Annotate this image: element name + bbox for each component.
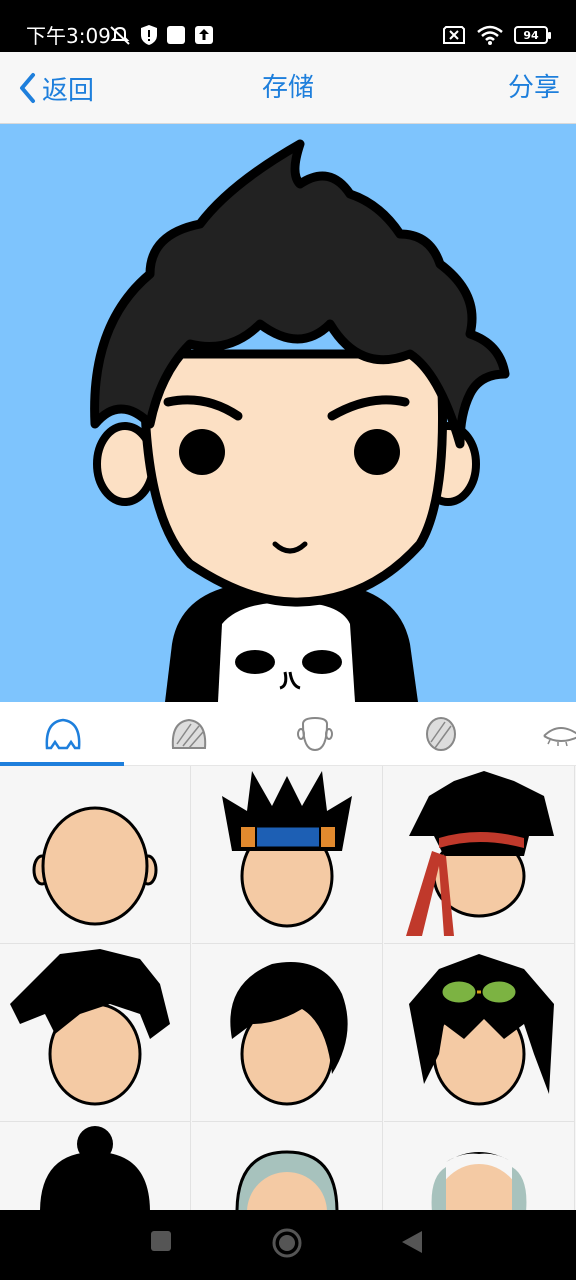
tab-hair-color[interactable] <box>126 702 252 766</box>
hairstyle-option-sidepart[interactable] <box>192 944 383 1122</box>
upload-icon <box>195 26 213 44</box>
status-bar: 下午3:09 94 <box>0 0 576 52</box>
nav-bar: 返回 存储 分享 <box>0 52 576 124</box>
hairstyle-option-balding[interactable] <box>384 1122 575 1210</box>
wifi-icon <box>477 25 503 45</box>
circle-icon <box>272 1228 302 1258</box>
bun-hair <box>40 1126 150 1210</box>
hairstyle-grid <box>0 766 576 1210</box>
tab-hair[interactable] <box>0 702 126 766</box>
triangle-back-icon <box>402 1231 422 1253</box>
green-goggles-hair <box>409 954 554 1106</box>
square-icon <box>151 1231 171 1251</box>
face-shape-icon <box>297 716 333 752</box>
tab-face[interactable] <box>252 702 378 766</box>
tab-skin[interactable] <box>378 702 504 766</box>
notification-square-icon <box>167 26 185 44</box>
hair-outline-icon <box>45 718 81 750</box>
hairstyle-option-bald[interactable] <box>0 766 191 944</box>
eyes-icon <box>543 727 576 747</box>
hairstyle-option-bandana[interactable] <box>384 766 575 944</box>
side-part-hair <box>230 962 348 1106</box>
hairstyle-option-goggles[interactable] <box>384 944 575 1122</box>
save-button[interactable]: 存储 <box>228 70 348 106</box>
system-nav-bar <box>0 1210 576 1280</box>
home-button[interactable] <box>272 1228 302 1262</box>
back-label: 返回 <box>42 75 95 106</box>
back-button[interactable]: 返回 <box>18 70 94 106</box>
hairstyle-option-bun[interactable] <box>0 1122 191 1210</box>
battery-level: 94 <box>523 28 539 42</box>
tab-eyes[interactable] <box>504 702 576 766</box>
mute-bell-icon <box>110 26 130 45</box>
gray-hair <box>235 1150 339 1210</box>
back-nav-button[interactable] <box>400 1230 424 1258</box>
battery-icon: 94 <box>514 26 551 44</box>
avatar-illustration <box>90 139 510 702</box>
hairstyle-option-messy[interactable] <box>0 944 191 1122</box>
category-tabs <box>0 702 576 766</box>
bald-option <box>32 806 158 926</box>
face-striped-icon <box>426 717 456 751</box>
recents-button[interactable] <box>150 1230 172 1256</box>
balding-gray-hair <box>431 1152 527 1210</box>
avatar-canvas <box>0 124 576 702</box>
shield-icon <box>141 25 157 45</box>
hairstyle-option-gray[interactable] <box>192 1122 383 1210</box>
ninja-headband-hair <box>222 771 352 928</box>
chevron-left-icon <box>20 73 35 103</box>
red-bandana-hair <box>406 771 554 936</box>
hairstyle-option-ninja[interactable] <box>192 766 383 944</box>
messy-black-hair <box>10 949 170 1106</box>
hair-striped-icon <box>171 718 207 749</box>
status-time: 下午3:09 <box>26 24 111 48</box>
sim-disabled-icon <box>443 26 465 44</box>
share-button[interactable]: 分享 <box>508 70 560 106</box>
